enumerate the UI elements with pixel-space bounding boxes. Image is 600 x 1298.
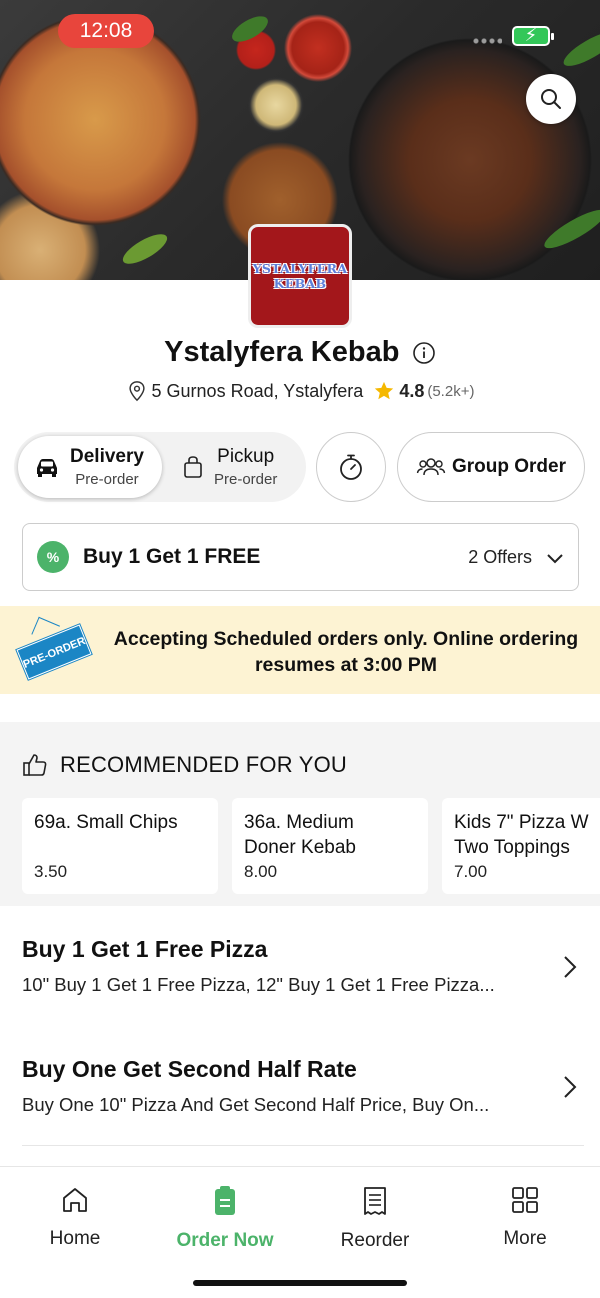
chevron-right-icon — [564, 1076, 577, 1098]
home-indicator — [193, 1280, 407, 1286]
pickup-option[interactable]: Pickup Pre-order — [174, 436, 302, 498]
item-name-line2: Doner Kebab — [244, 837, 356, 858]
scheduled-orders-banner: PRE-ORDER Accepting Scheduled orders onl… — [0, 606, 600, 694]
herb-garnish — [118, 228, 172, 270]
search-icon — [541, 89, 561, 109]
rating-count: (5.2k+) — [427, 382, 475, 400]
item-price: 3.50 — [34, 862, 68, 881]
item-name: Kids 7" Pizza W — [454, 812, 589, 833]
restaurant-name: Ystalyfera Kebab — [164, 336, 400, 368]
delivery-option[interactable]: Delivery Pre-order — [18, 436, 162, 498]
restaurant-address: 5 Gurnos Road, Ystalyfera — [151, 380, 364, 401]
group-order-button[interactable]: Group Order — [397, 432, 585, 502]
group-users-icon — [416, 458, 446, 476]
pickup-label: Pickup — [217, 446, 275, 467]
address-rating-row: 5 Gurnos Road, Ystalyfera 4.8 (5.2k+) — [0, 380, 600, 402]
info-icon[interactable] — [412, 341, 436, 365]
delivery-label: Delivery — [70, 446, 144, 467]
nav-more[interactable]: More — [460, 1185, 590, 1250]
order-mode-toggle: Delivery Pre-order Pickup Pre-order — [14, 432, 306, 502]
offer-count: 2 Offers — [468, 546, 532, 567]
chevron-right-icon — [564, 956, 577, 978]
promotion-description: Buy One 10" Pizza And Get Second Half Pr… — [22, 1094, 490, 1115]
delivery-sublabel: Pre-order — [75, 471, 139, 488]
herb-garnish — [540, 203, 600, 255]
promotion-row[interactable]: Buy One Get Second Half Rate Buy One 10"… — [0, 1040, 600, 1160]
banner-message: Accepting Scheduled orders only. Online … — [113, 628, 579, 676]
car-icon — [37, 459, 57, 477]
group-order-label: Group Order — [451, 456, 566, 477]
receipt-icon — [364, 1187, 386, 1215]
location-pin-icon — [128, 381, 145, 402]
herb-garnish — [228, 11, 272, 47]
recommended-heading-text: RECOMMENDED FOR YOU — [60, 752, 347, 777]
signal-dots — [472, 38, 502, 44]
logo-text-line1: YSTALYFERA — [252, 261, 348, 276]
recommended-section: RECOMMENDED FOR YOU 69a. Small Chips 3.5… — [0, 722, 600, 906]
nav-order-now-label: Order Now — [176, 1230, 274, 1251]
promotion-title: Buy One Get Second Half Rate — [22, 1056, 357, 1082]
pickup-sublabel: Pre-order — [214, 471, 278, 488]
recommended-heading: RECOMMENDED FOR YOU — [22, 752, 347, 778]
nav-reorder[interactable]: Reorder — [310, 1185, 440, 1252]
promotion-description: 10" Buy 1 Get 1 Free Pizza, 12" Buy 1 Ge… — [22, 974, 495, 995]
chevron-down-icon — [547, 554, 563, 564]
grid-icon — [512, 1187, 538, 1213]
restaurant-title-row: Ystalyfera Kebab — [0, 336, 600, 369]
nav-home[interactable]: Home — [10, 1185, 140, 1250]
search-button[interactable] — [526, 74, 576, 124]
status-time: 12:08 — [58, 14, 154, 48]
item-name-line2: Two Toppings — [454, 837, 570, 858]
offers-dropdown[interactable]: % Buy 1 Get 1 FREE 2 Offers — [22, 523, 579, 591]
nav-order-now[interactable]: Order Now — [160, 1185, 290, 1252]
item-price: 7.00 — [454, 862, 488, 881]
star-icon — [375, 381, 394, 400]
recommended-item-card[interactable]: Kids 7" Pizza W Two Toppings 7.00 — [442, 798, 600, 894]
shopping-bag-icon — [184, 456, 202, 478]
stopwatch-icon — [340, 454, 362, 480]
thumbs-up-icon — [23, 754, 47, 776]
battery-charging-icon: ⚡ — [512, 25, 554, 46]
item-price: 8.00 — [244, 862, 278, 881]
recommended-item-card[interactable]: 36a. Medium Doner Kebab 8.00 — [232, 798, 428, 894]
logo-text-line2: KEBAB — [273, 276, 327, 291]
item-name: 36a. Medium — [244, 812, 354, 833]
offer-title: Buy 1 Get 1 FREE — [83, 545, 261, 568]
nav-home-label: Home — [49, 1228, 101, 1249]
schedule-button[interactable] — [316, 432, 386, 502]
divider — [22, 1145, 584, 1146]
home-icon — [63, 1188, 87, 1212]
rating-value: 4.8 — [399, 380, 425, 401]
order-icon — [215, 1186, 235, 1215]
recommended-item-card[interactable]: 69a. Small Chips 3.50 — [22, 798, 218, 894]
preorder-sign-icon: PRE-ORDER — [16, 624, 92, 680]
item-name: 69a. Small Chips — [34, 812, 178, 833]
herb-garnish — [559, 26, 600, 72]
promotion-title: Buy 1 Get 1 Free Pizza — [22, 936, 268, 962]
promotion-row[interactable]: Buy 1 Get 1 Free Pizza 10" Buy 1 Get 1 F… — [0, 920, 600, 1040]
nav-reorder-label: Reorder — [340, 1230, 410, 1251]
nav-more-label: More — [503, 1228, 547, 1249]
discount-badge-icon: % — [37, 541, 69, 573]
restaurant-logo: YSTALYFERA KEBAB — [248, 224, 352, 328]
bottom-nav: Home Order Now Reorder More — [0, 1166, 600, 1298]
